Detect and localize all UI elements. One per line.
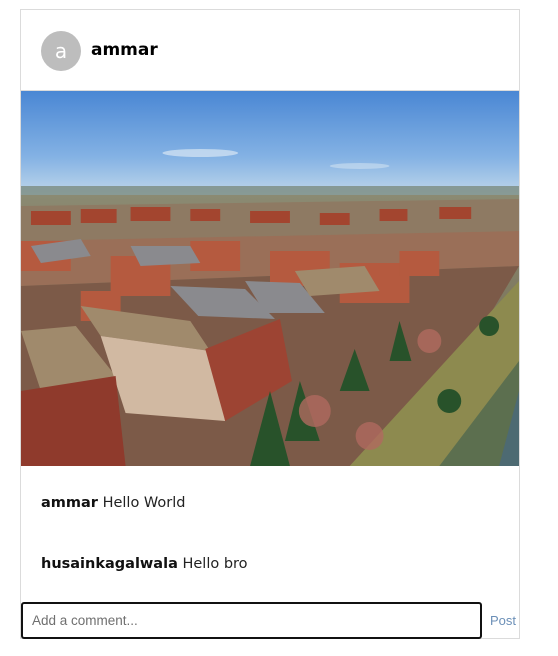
comment-item: ammar Hello World — [41, 495, 185, 511]
comment-text: Hello World — [102, 495, 186, 511]
comment-item: husainkagalwala Hello bro — [41, 556, 248, 572]
comment-username[interactable]: ammar — [41, 495, 98, 511]
comment-username[interactable]: husainkagalwala — [41, 556, 178, 572]
post-username[interactable]: ammar — [91, 40, 158, 60]
comment-input[interactable] — [21, 602, 482, 639]
post-card: a ammar ammar Hello World husainkagalwal… — [20, 9, 520, 639]
avatar[interactable]: a — [41, 31, 81, 71]
post-header: a ammar — [21, 10, 519, 91]
post-button[interactable]: Post — [485, 602, 521, 639]
post-image — [21, 91, 519, 466]
comment-text: Hello bro — [182, 556, 248, 572]
